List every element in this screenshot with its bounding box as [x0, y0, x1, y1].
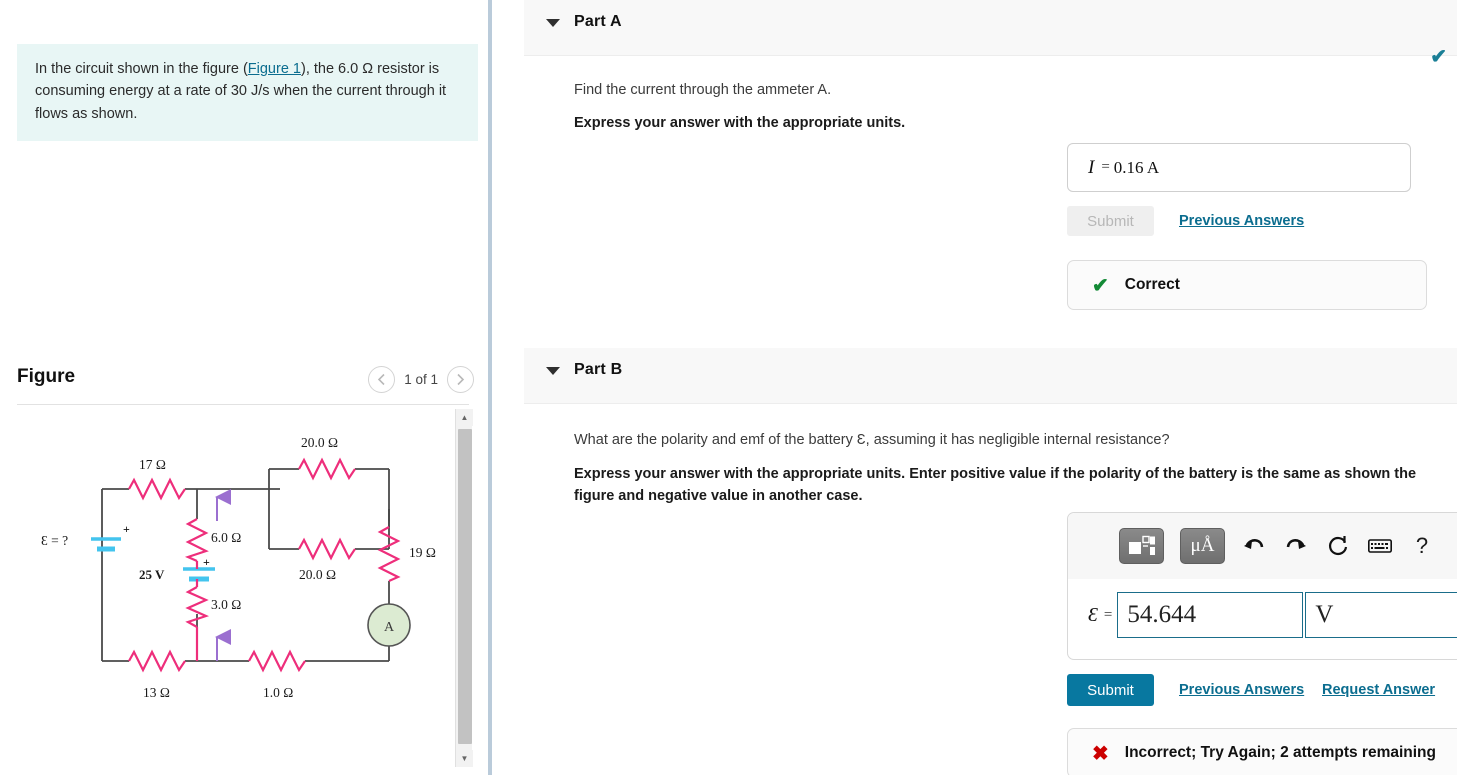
part-a-answer-equals: = [1101, 159, 1110, 175]
question-mark-icon[interactable]: ? [1409, 533, 1435, 559]
part-a-answer-variable: I [1088, 156, 1095, 178]
circuit-diagram: + + A Ɛ = ? 17 Ω 20.0 Ω 20.0 Ω 19 Ω 6.0 … [41, 435, 436, 700]
caret-down-icon[interactable] [546, 19, 560, 27]
ammeter: A [367, 603, 411, 647]
keyboard-glyph-icon [1368, 539, 1392, 553]
right-panel: Part A ✔ Find the current through the am… [492, 0, 1457, 775]
resistor-1 [248, 649, 306, 673]
part-a-header[interactable]: Part A [524, 0, 1457, 56]
math-template-icon[interactable] [1119, 528, 1164, 564]
svg-text:A: A [384, 620, 395, 635]
problem-text-before: In the circuit shown in the figure ( [35, 61, 248, 77]
part-a-submit-button[interactable]: Submit [1067, 206, 1154, 236]
template-glyph-icon [1128, 535, 1155, 555]
part-b-toolbar: μÅ ? [1068, 513, 1457, 579]
circuit-resistors [128, 457, 401, 673]
part-a-answer-value: 0.16 A [1113, 157, 1160, 177]
problem-statement: In the circuit shown in the figure (Figu… [17, 44, 478, 142]
caret-down-icon[interactable] [546, 367, 560, 375]
figure-next-button[interactable] [447, 366, 474, 393]
part-b-instruction: Express your answer with the appropriate… [574, 466, 1417, 505]
label-r19: 19 Ω [409, 545, 436, 560]
keyboard-icon[interactable] [1367, 533, 1393, 559]
figure-title: Figure [17, 366, 76, 387]
part-a-status-check-icon: ✔ [1430, 46, 1447, 68]
figure-link[interactable]: Figure 1 [248, 61, 301, 77]
part-b-question: What are the polarity and emf of the bat… [574, 432, 1170, 448]
units-button-label: μÅ [1190, 535, 1215, 556]
battery-emf: + [91, 522, 130, 552]
part-b-answer-variable: Ɛ [1088, 603, 1098, 626]
part-b-submit-button[interactable]: Submit [1067, 674, 1154, 706]
part-a-label: Part A [574, 13, 622, 30]
resistor-20-bottom [298, 537, 356, 561]
mu-angstrom-icon[interactable]: μÅ [1180, 528, 1225, 564]
redo-arrow-icon[interactable] [1283, 533, 1309, 559]
figure-nav: 1 of 1 [368, 366, 474, 393]
figure-viewport: + + A Ɛ = ? 17 Ω 20.0 Ω 20.0 Ω 19 Ω 6.0 … [17, 409, 454, 767]
refresh-icon[interactable] [1325, 533, 1351, 559]
figure-scrollbar[interactable]: ▲ ▼ [455, 409, 473, 767]
resistor-20-top [298, 457, 356, 481]
svg-text:+: + [123, 522, 130, 536]
part-b-previous-answers-link[interactable]: Previous Answers [1179, 682, 1304, 698]
label-r20-bottom: 20.0 Ω [299, 567, 336, 582]
figure-counter: 1 of 1 [404, 372, 438, 387]
circuit-wires [101, 468, 390, 662]
figure-divider [17, 404, 469, 405]
part-a-previous-answers-link[interactable]: Previous Answers [1179, 213, 1304, 229]
label-emf: Ɛ = ? [41, 533, 68, 548]
label-25v: 25 V [139, 567, 165, 582]
label-r1: 1.0 Ω [263, 685, 293, 700]
part-a-feedback-text: Correct [1124, 276, 1180, 293]
undo-glyph-icon [1244, 539, 1264, 549]
refresh-glyph-icon [1328, 536, 1348, 556]
redo-glyph-icon [1286, 539, 1306, 549]
chevron-right-icon [457, 373, 465, 386]
scroll-up-arrow-icon[interactable]: ▲ [456, 409, 473, 426]
part-a-question: Find the current through the ammeter A. [574, 82, 832, 98]
part-b-header[interactable]: Part B [524, 348, 1457, 404]
part-a-feedback: ✔ Correct [1067, 260, 1427, 310]
part-b-feedback-text: Incorrect; Try Again; 2 attempts remaini… [1124, 744, 1436, 761]
label-r6: 6.0 Ω [211, 530, 241, 545]
resistor-13 [128, 649, 186, 673]
figure-prev-button[interactable] [368, 366, 396, 393]
resistor-17 [128, 477, 186, 501]
part-b-answer-widget: μÅ ? Ɛ = 54.644 V [1067, 512, 1457, 660]
label-r3: 3.0 Ω [211, 597, 241, 612]
cross-icon: ✖ [1092, 742, 1109, 765]
scrollbar-thumb[interactable] [457, 429, 472, 744]
label-r13: 13 Ω [143, 685, 170, 700]
part-b-request-answer-link[interactable]: Request Answer [1322, 682, 1435, 698]
part-b-label: Part B [574, 361, 623, 378]
part-b-answer-row: Ɛ = 54.644 V [1068, 585, 1457, 645]
scroll-down-arrow-icon[interactable]: ▼ [456, 750, 473, 767]
part-b-feedback: ✖ Incorrect; Try Again; 2 attempts remai… [1067, 728, 1457, 775]
part-b-answer-input[interactable]: 54.644 [1117, 592, 1304, 638]
part-b-unit-input[interactable]: V [1305, 592, 1457, 638]
check-icon: ✔ [1092, 274, 1109, 297]
part-a-instruction: Express your answer with the appropriate… [574, 115, 906, 131]
part-b-answer-equals: = [1103, 606, 1113, 623]
svg-text:+: + [203, 555, 210, 569]
label-r20-top: 20.0 Ω [301, 435, 338, 450]
part-a-answer-field[interactable]: I = 0.16 A [1067, 143, 1411, 192]
undo-arrow-icon[interactable] [1241, 533, 1267, 559]
chevron-left-icon [378, 373, 385, 386]
battery-25v: + [183, 555, 215, 587]
left-panel: In the circuit shown in the figure (Figu… [0, 0, 488, 775]
label-r17: 17 Ω [139, 457, 166, 472]
